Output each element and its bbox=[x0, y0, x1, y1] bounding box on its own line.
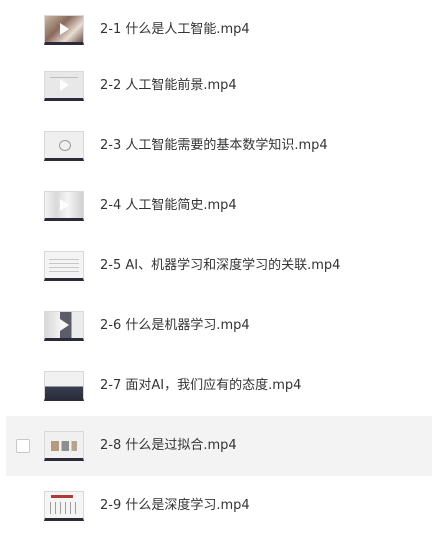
file-name[interactable]: 2-7 面对AI，我们应有的态度.mp4 bbox=[100, 376, 301, 396]
file-name[interactable]: 2-9 什么是深度学习.mp4 bbox=[100, 496, 250, 516]
play-icon bbox=[60, 319, 69, 331]
file-name[interactable]: 2-5 AI、机器学习和深度学习的关联.mp4 bbox=[100, 256, 340, 276]
file-row[interactable]: 2-1 什么是人工智能.mp4 bbox=[0, 0, 432, 60]
video-thumbnail-icon bbox=[44, 371, 84, 401]
file-name[interactable]: 2-2 人工智能前景.mp4 bbox=[100, 76, 237, 96]
play-icon bbox=[60, 23, 69, 35]
file-row-hovered[interactable]: 2-8 什么是过拟合.mp4 bbox=[6, 416, 432, 476]
select-checkbox[interactable] bbox=[16, 439, 30, 453]
video-thumbnail-icon bbox=[44, 251, 84, 281]
play-icon bbox=[60, 199, 69, 211]
video-thumbnail-icon bbox=[44, 15, 84, 45]
video-thumbnail-icon bbox=[44, 311, 84, 341]
file-name[interactable]: 2-6 什么是机器学习.mp4 bbox=[100, 316, 250, 336]
video-thumbnail-icon bbox=[44, 131, 84, 161]
file-row[interactable]: 2-9 什么是深度学习.mp4 bbox=[0, 476, 432, 536]
video-thumbnail-icon bbox=[44, 191, 84, 221]
file-row[interactable]: 2-5 AI、机器学习和深度学习的关联.mp4 bbox=[0, 236, 432, 296]
file-row[interactable]: 2-7 面对AI，我们应有的态度.mp4 bbox=[0, 356, 432, 416]
file-name[interactable]: 2-3 人工智能需要的基本数学知识.mp4 bbox=[100, 136, 328, 156]
video-thumbnail-icon bbox=[44, 431, 84, 461]
file-list: 2-1 什么是人工智能.mp4 2-2 人工智能前景.mp4 2-3 人工智能需… bbox=[0, 0, 432, 542]
file-row[interactable]: 2-3 人工智能需要的基本数学知识.mp4 bbox=[0, 116, 432, 176]
file-name[interactable]: 2-8 什么是过拟合.mp4 bbox=[100, 436, 237, 456]
file-row[interactable]: 2-4 人工智能简史.mp4 bbox=[0, 176, 432, 236]
video-thumbnail-icon bbox=[44, 491, 84, 521]
file-name[interactable]: 2-1 什么是人工智能.mp4 bbox=[100, 20, 250, 40]
file-row[interactable]: 2-6 什么是机器学习.mp4 bbox=[0, 296, 432, 356]
play-icon bbox=[60, 79, 69, 91]
video-thumbnail-icon bbox=[44, 71, 84, 101]
file-row[interactable]: 2-2 人工智能前景.mp4 bbox=[0, 56, 432, 116]
file-name[interactable]: 2-4 人工智能简史.mp4 bbox=[100, 196, 237, 216]
